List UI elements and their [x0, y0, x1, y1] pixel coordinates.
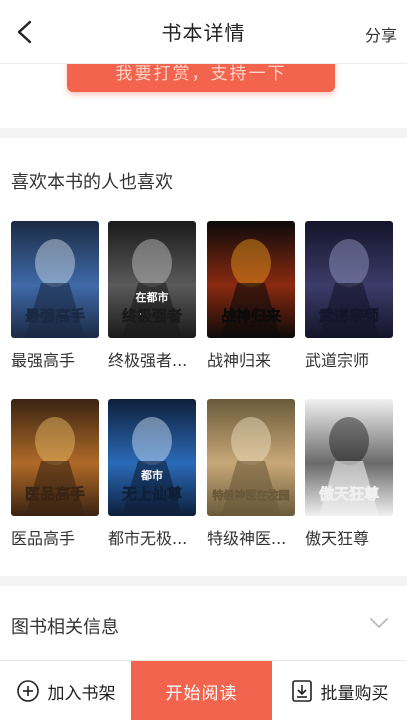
book-info-row[interactable]: 图书相关信息	[0, 596, 407, 652]
reward-button[interactable]: 我要打赏，支持一下	[67, 64, 335, 92]
share-button[interactable]: 分享	[365, 22, 397, 46]
book-cover: 都市 无上仙尊	[108, 399, 196, 516]
back-arrow-icon[interactable]	[14, 20, 36, 44]
book-cover-title: 特级神医在校园	[213, 488, 290, 502]
book-card[interactable]: 战神归来 战神归来	[207, 221, 295, 370]
download-box-icon	[291, 680, 312, 702]
book-title: 特级神医...	[207, 529, 287, 548]
book-card[interactable]: 都市 无上仙尊 都市无极...	[108, 399, 196, 548]
book-title: 最强高手	[11, 351, 76, 370]
add-to-shelf-label: 加入书架	[47, 683, 116, 704]
page-title: 书本详情	[161, 21, 246, 45]
book-title: 终极强者...	[108, 351, 188, 370]
batch-buy-button[interactable]: 批量购买	[272, 661, 407, 720]
book-info-label: 图书相关信息	[11, 617, 119, 638]
bottom-action-bar: 加入书架 开始阅读 批量购买	[0, 660, 407, 720]
book-cover: 战神归来	[207, 221, 295, 338]
book-title: 武道宗师	[305, 351, 370, 370]
book-cover: 武道宗师	[305, 221, 393, 338]
book-card[interactable]: 武道宗师 武道宗师	[305, 221, 393, 370]
plus-circle-icon	[16, 680, 39, 702]
book-cover-title: 傲天狂尊	[319, 485, 379, 503]
book-card[interactable]: 最强高手 最强高手	[11, 221, 99, 370]
chevron-down-icon	[370, 618, 388, 628]
add-to-shelf-button[interactable]: 加入书架	[0, 661, 131, 720]
book-cover: 傲天狂尊	[305, 399, 393, 516]
book-cover: 在都市 终极强者	[108, 221, 196, 338]
book-title: 战神归来	[207, 351, 272, 370]
book-cover-subtext: 都市	[140, 468, 163, 482]
book-cover-title: 最强高手	[25, 307, 85, 325]
book-title: 傲天狂尊	[305, 529, 370, 548]
book-cover-title: 战神归来	[221, 307, 282, 325]
book-cover-subtext: 在都市	[136, 290, 169, 304]
book-cover-title: 终极强者	[122, 307, 182, 325]
batch-buy-label: 批量购买	[320, 683, 389, 704]
section-divider	[0, 576, 407, 586]
book-cover-title: 无上仙尊	[121, 485, 182, 503]
book-card[interactable]: 傲天狂尊 傲天狂尊	[305, 399, 393, 548]
book-cover-title: 医品高手	[25, 485, 85, 503]
section-divider	[0, 128, 407, 138]
book-cover: 特级神医在校园	[207, 399, 295, 516]
top-bar: 书本详情 分享	[0, 0, 407, 64]
book-cover: 最强高手	[11, 221, 99, 338]
recommend-title: 喜欢本书的人也喜欢	[11, 172, 173, 193]
start-reading-button[interactable]: 开始阅读	[131, 661, 272, 720]
book-title: 医品高手	[11, 529, 76, 548]
book-card[interactable]: 医品高手 医品高手	[11, 399, 99, 548]
book-card[interactable]: 特级神医在校园 特级神医...	[207, 399, 295, 548]
book-card[interactable]: 在都市 终极强者 终极强者...	[108, 221, 196, 370]
book-cover: 医品高手	[11, 399, 99, 516]
book-title: 都市无极...	[108, 529, 188, 548]
book-cover-title: 武道宗师	[319, 307, 379, 325]
reward-area: 我要打赏，支持一下	[0, 64, 407, 128]
